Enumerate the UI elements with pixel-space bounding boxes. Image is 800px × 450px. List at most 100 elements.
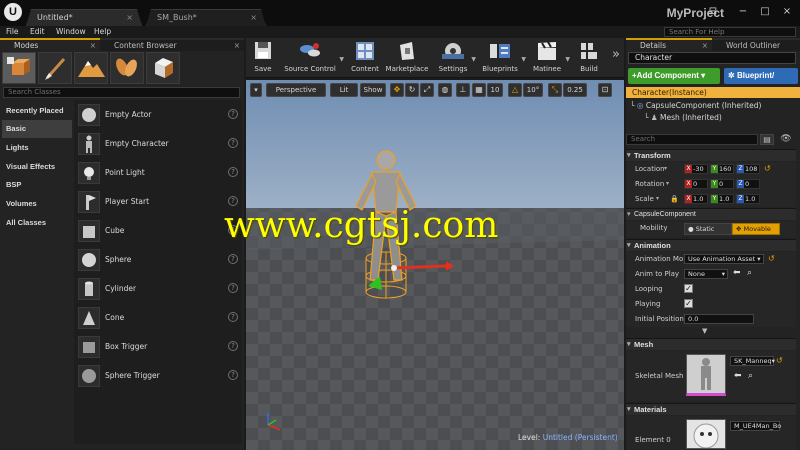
location-z-field[interactable]: Z 108 [736, 164, 760, 174]
tab-sm-bush[interactable]: SM_Bush* × [146, 9, 266, 26]
instance-row[interactable]: Character(Instance) [626, 87, 800, 98]
help-icon[interactable]: ? [228, 254, 238, 264]
category-visual-effects[interactable]: Visual Effects [2, 158, 72, 176]
level-viewport[interactable]: ▾ Perspective Lit Show ✥ ↻ ⤢ ◍ ⊥ ▦ 10 △ … [246, 80, 624, 450]
toolbar-overflow-button[interactable]: » [612, 47, 620, 62]
add-component-button[interactable]: +Add Component ▾ [628, 68, 720, 84]
transform-section-header[interactable]: Transform [626, 149, 796, 162]
category-basic[interactable]: Basic [2, 120, 72, 138]
browse-search-icon[interactable]: ⌕ [748, 371, 753, 381]
eye-icon[interactable]: 👁 [776, 134, 796, 145]
close-window-button[interactable]: × [780, 6, 794, 18]
property-matrix-icon[interactable]: ▤ [760, 134, 774, 145]
tab-details[interactable]: Details × [626, 38, 712, 51]
browse-search-icon[interactable]: ⌕ [747, 268, 752, 278]
anim-to-play-dropdown[interactable]: None ▾ [684, 269, 728, 279]
show-button[interactable]: Show [360, 83, 386, 97]
paint-mode-button[interactable] [38, 52, 72, 84]
rotation-z-field[interactable]: Z0 [736, 179, 760, 189]
rotation-x-field[interactable]: X0 [684, 179, 708, 189]
help-icon[interactable]: ? [228, 341, 238, 351]
maximize-button[interactable]: □ [758, 6, 772, 18]
location-x-field[interactable]: X -30 [684, 164, 708, 174]
capsule-section-header[interactable]: CapsuleComponent [626, 208, 796, 221]
translate-icon[interactable]: ✥ [390, 83, 404, 97]
menu-file[interactable]: File [6, 26, 19, 38]
component-capsule[interactable]: └ ◎ CapsuleComponent (Inherited) [626, 100, 800, 111]
list-item[interactable]: Sphere Trigger? [74, 362, 242, 391]
details-search-input[interactable]: Search [626, 134, 758, 145]
mobility-static-button[interactable]: ● Static [684, 223, 732, 235]
skeletal-mesh-thumbnail[interactable] [686, 354, 726, 396]
list-item[interactable]: Player Start? [74, 188, 242, 217]
landscape-mode-button[interactable] [74, 52, 108, 84]
animation-mode-dropdown[interactable]: Use Animation Asset ▾ [684, 254, 764, 264]
blueprint-button[interactable]: ✲ Blueprint/ [724, 68, 798, 84]
scale-snap-value[interactable]: 0.25 [563, 83, 587, 97]
grid-snap-icon[interactable]: ▦ [472, 83, 486, 97]
blueprints-button[interactable]: Blueprints ▼ [480, 40, 526, 76]
close-icon[interactable]: × [250, 10, 257, 25]
marketplace-button[interactable]: Marketplace [384, 40, 430, 76]
chevron-down-icon[interactable]: ▾ [666, 180, 669, 187]
scale-x-field[interactable]: X 1.0 [684, 194, 708, 204]
perspective-button[interactable]: Perspective [266, 83, 326, 97]
list-item[interactable]: Empty Character? [74, 130, 242, 159]
matinee-button[interactable]: Matinee ▼ [530, 40, 570, 76]
component-mesh[interactable]: └ ♟ Mesh (Inherited) [626, 112, 800, 123]
help-icon[interactable]: ? [228, 283, 238, 293]
scale-icon[interactable]: ⤢ [420, 83, 434, 97]
list-item[interactable]: Cone? [74, 304, 242, 333]
help-icon[interactable]: ? [228, 370, 238, 380]
category-lights[interactable]: Lights [2, 139, 72, 157]
materials-section-header[interactable]: Materials [626, 403, 796, 416]
mobility-movable-button[interactable]: ✥ Movable [732, 223, 780, 235]
class-search-input[interactable]: Search Classes [3, 87, 240, 98]
actor-name-field[interactable]: Character [628, 52, 796, 64]
looping-checkbox[interactable]: ✓ [684, 284, 693, 293]
minimize-button[interactable]: − [736, 6, 750, 18]
category-recently-placed[interactable]: Recently Placed [2, 102, 72, 120]
tab-world-outliner[interactable]: World Outliner [712, 38, 800, 51]
lit-button[interactable]: Lit [330, 83, 358, 97]
help-icon[interactable]: ? [228, 138, 238, 148]
close-icon[interactable]: × [126, 10, 133, 25]
place-mode-button[interactable] [2, 52, 36, 84]
list-item[interactable]: Box Trigger? [74, 333, 242, 362]
help-icon[interactable]: ? [228, 167, 238, 177]
category-volumes[interactable]: Volumes [2, 195, 72, 213]
chevron-down-icon[interactable]: ▼ [471, 56, 476, 63]
reset-icon[interactable]: ↺ [768, 254, 775, 263]
list-item[interactable]: Empty Actor? [74, 101, 242, 130]
tab-modes[interactable]: Modes × [0, 38, 100, 51]
chevron-down-icon[interactable]: ▾ [664, 165, 667, 172]
animation-section-header[interactable]: Animation [626, 239, 796, 252]
foliage-mode-button[interactable] [110, 52, 144, 84]
menu-edit[interactable]: Edit [30, 26, 45, 38]
geometry-mode-button[interactable] [146, 52, 180, 84]
menu-window[interactable]: Window [56, 26, 86, 38]
scale-z-field[interactable]: Z 1.0 [736, 194, 760, 204]
initial-position-field[interactable]: 0.0 [684, 314, 754, 324]
chevron-down-icon[interactable]: ▾ [656, 195, 659, 202]
use-selected-arrow-icon[interactable]: ⬅ [733, 268, 741, 278]
rotate-icon[interactable]: ↻ [405, 83, 419, 97]
rotation-snap-icon[interactable]: △ [508, 83, 522, 97]
use-selected-arrow-icon[interactable]: ⬅ [734, 371, 742, 381]
chevron-down-icon[interactable]: ▼ [521, 56, 526, 63]
help-search-input[interactable]: Search For Help [664, 27, 796, 37]
list-item[interactable]: Cylinder? [74, 275, 242, 304]
help-icon[interactable]: ? [228, 312, 238, 322]
tab-content-browser[interactable]: Content Browser × [100, 38, 244, 51]
viewport-options-button[interactable]: ▾ [250, 83, 262, 97]
surface-snap-icon[interactable]: ⊥ [456, 83, 470, 97]
scale-y-field[interactable]: Y 1.0 [710, 194, 734, 204]
lock-icon[interactable]: 🔒 [670, 195, 679, 203]
rotation-y-field[interactable]: Y0 [710, 179, 734, 189]
world-local-icon[interactable]: ◍ [438, 83, 452, 97]
reset-icon[interactable]: ↺ [764, 164, 771, 173]
material-dropdown[interactable]: M_UE4Man_Bo [730, 421, 781, 431]
help-icon[interactable]: ? [228, 109, 238, 119]
list-item[interactable]: Cube? [74, 217, 242, 246]
save-button[interactable]: Save [248, 40, 278, 76]
